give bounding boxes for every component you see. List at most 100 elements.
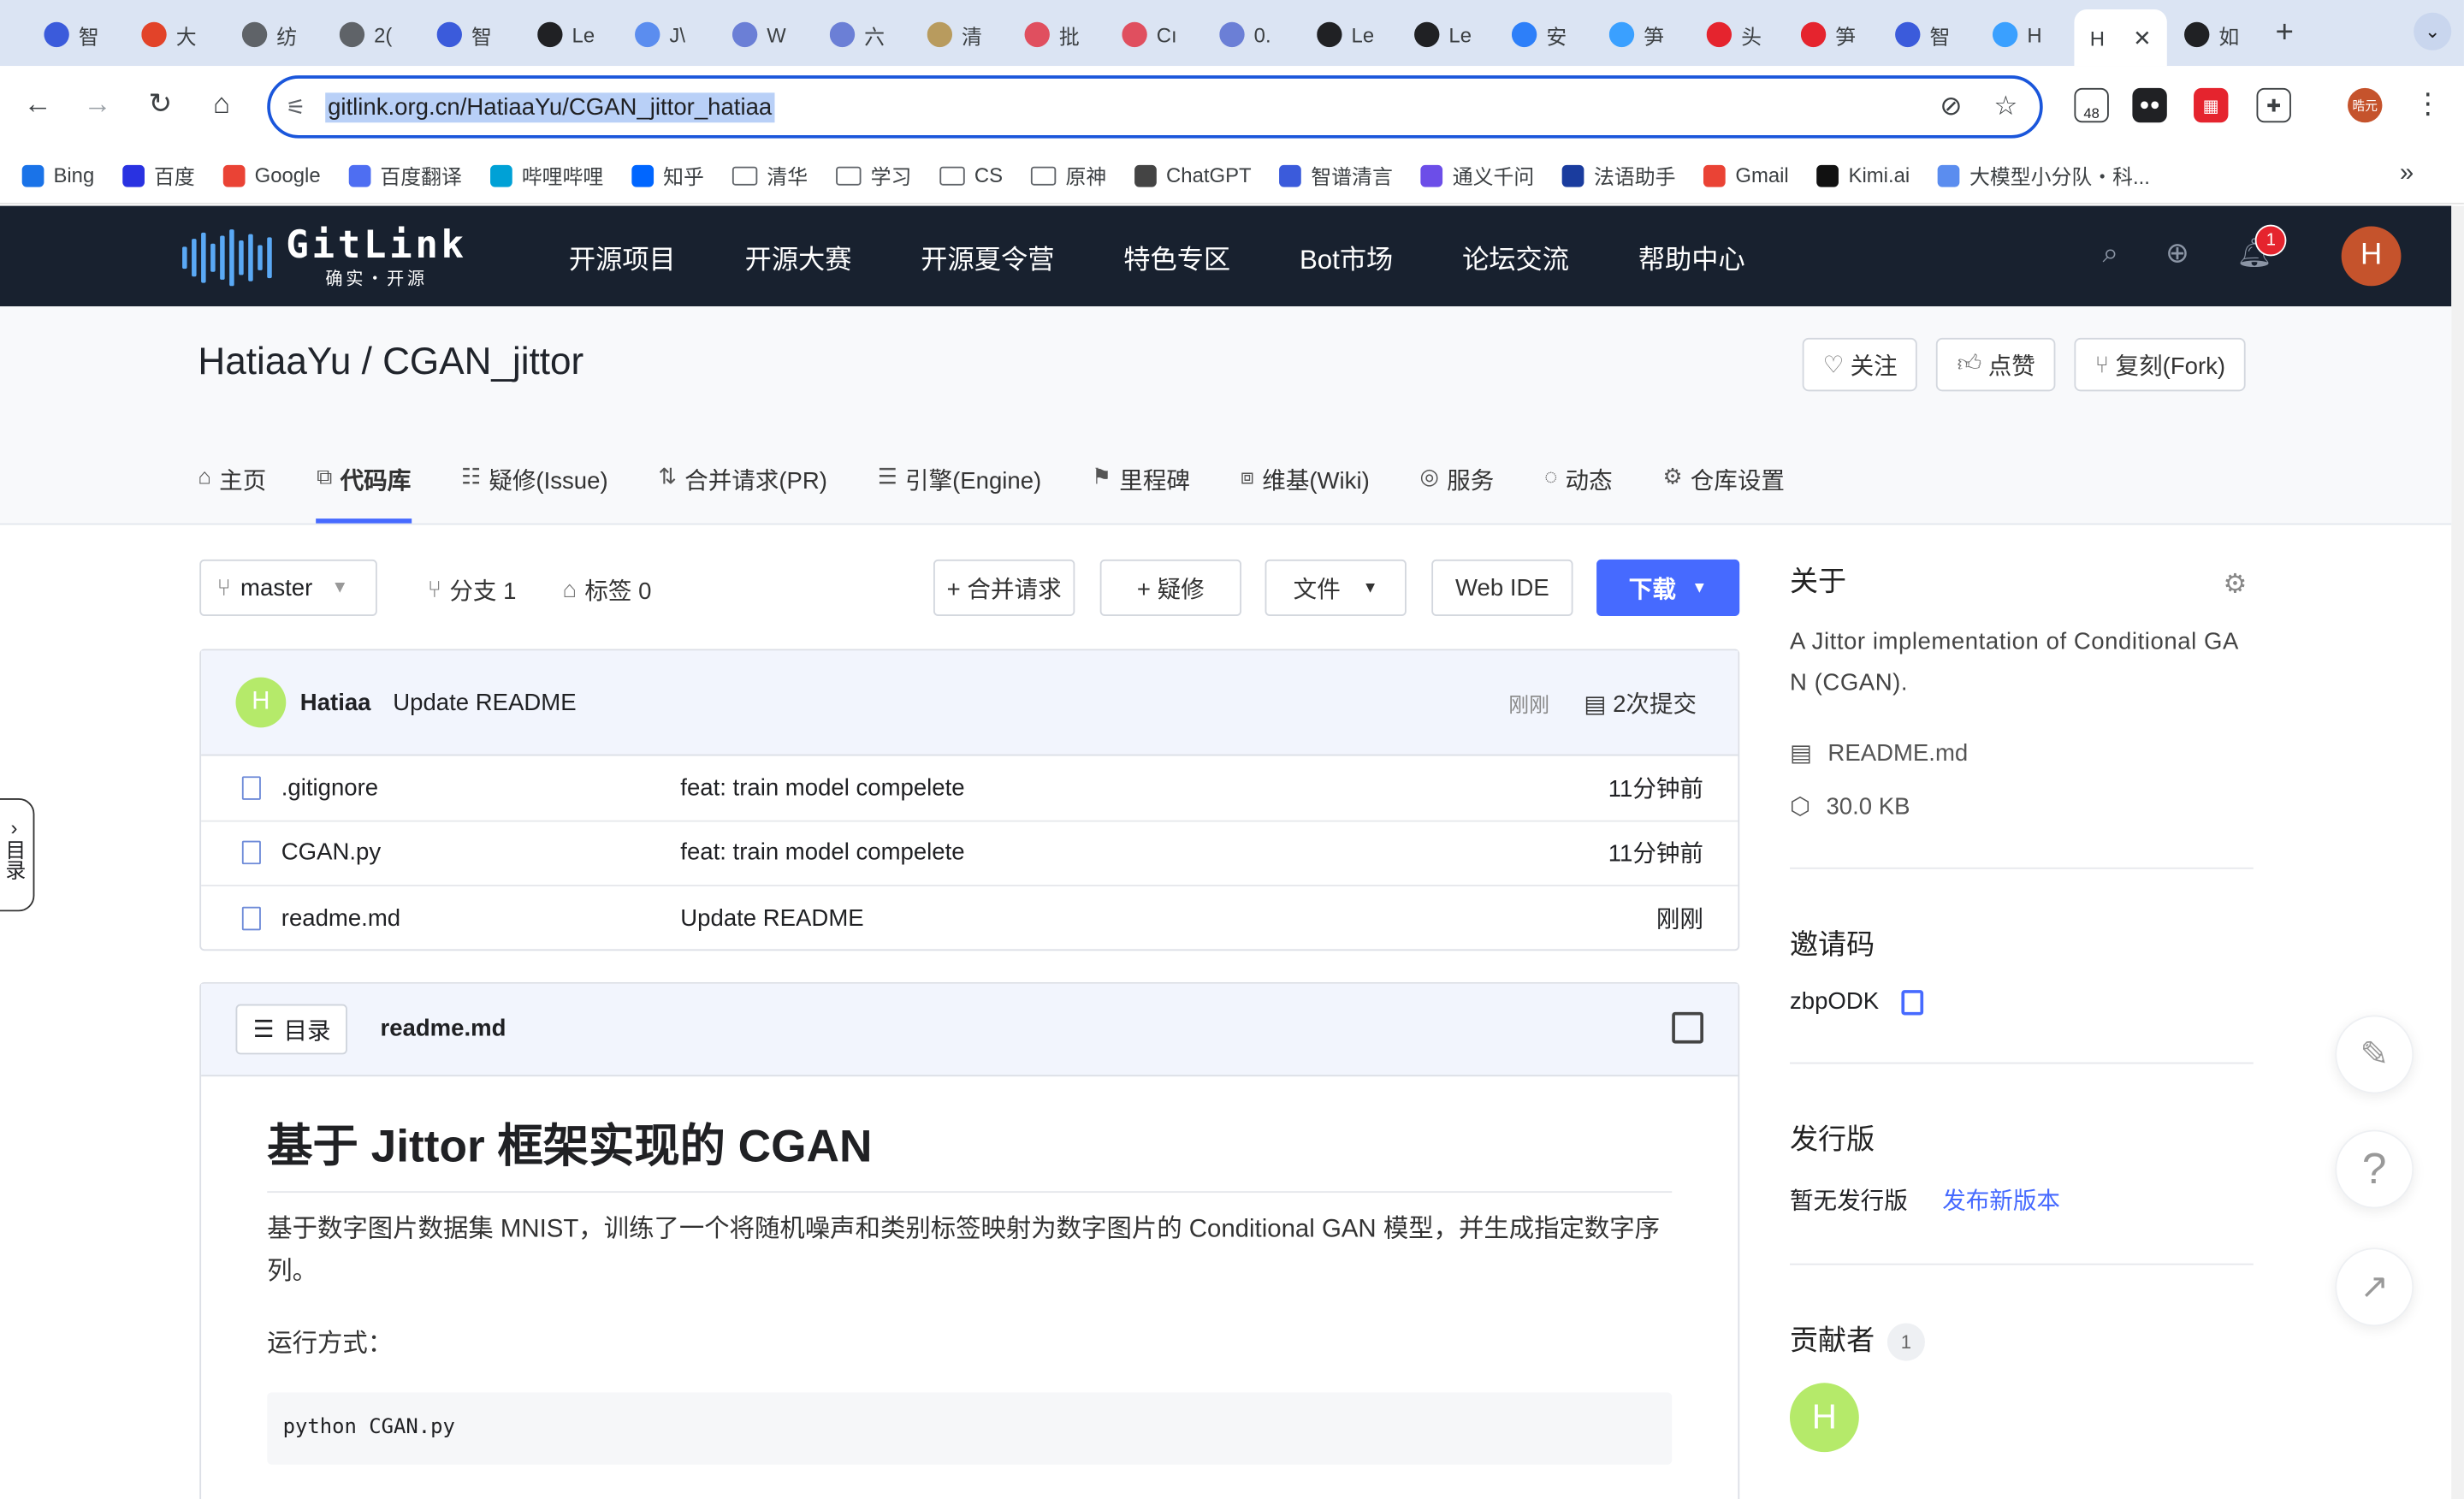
new-tab-button[interactable]: +: [2276, 15, 2294, 51]
file-name[interactable]: .gitignore: [281, 774, 378, 801]
bookmark-item[interactable]: CS: [939, 163, 1003, 187]
edit-icon[interactable]: [1672, 1011, 1703, 1044]
search-icon[interactable]: ⌕: [2103, 237, 2119, 270]
extension-icon[interactable]: ●●: [2132, 87, 2167, 123]
file-commit-message[interactable]: feat: train model compelete: [680, 839, 964, 866]
avatar[interactable]: H: [235, 677, 287, 728]
bookmark-item[interactable]: 知乎: [631, 160, 704, 190]
readme-toc-button[interactable]: ☰ 目录: [235, 1004, 348, 1055]
bell-icon[interactable]: 🔔︎ 1: [2236, 224, 2287, 270]
file-commit-message[interactable]: Update README: [680, 905, 863, 932]
gitlink-logo[interactable]: GitLink 确实・开源: [182, 225, 467, 291]
copy-icon[interactable]: [1900, 989, 1923, 1015]
address-bar[interactable]: ⚟ gitlink.org.cn/HatiaaYu/CGAN_jittor_ha…: [267, 75, 2043, 139]
commit-message[interactable]: Update README: [393, 689, 576, 715]
browser-tab[interactable]: 清: [927, 13, 982, 56]
browser-tab[interactable]: 安: [1511, 13, 1567, 56]
file-name[interactable]: CGAN.py: [281, 839, 381, 866]
profile-avatar[interactable]: 晧元: [2348, 87, 2383, 123]
bookmark-item[interactable]: 百度翻译: [348, 160, 462, 190]
tab-pr[interactable]: ⇅ 合并请求(PR): [658, 464, 827, 524]
bookmark-item[interactable]: ChatGPT: [1134, 163, 1252, 187]
commit-count-link[interactable]: ▤ 2次提交: [1584, 686, 1697, 720]
bookmark-star-icon[interactable]: ☆: [1993, 92, 2017, 123]
bookmark-item[interactable]: Gmail: [1703, 163, 1789, 187]
bookmark-item[interactable]: Kimi.ai: [1816, 163, 1910, 187]
contributor-avatar[interactable]: H: [1790, 1383, 1859, 1453]
tab-milestone[interactable]: ⚑ 里程碑: [1092, 464, 1190, 524]
site-info-icon[interactable]: ⚟: [286, 93, 305, 120]
bookmark-item[interactable]: Google: [222, 163, 321, 187]
commit-author[interactable]: Hatiaa: [300, 689, 371, 715]
forward-icon[interactable]: →: [79, 88, 116, 121]
browser-tab[interactable]: 六: [829, 13, 885, 56]
bookmark-item[interactable]: 清华: [732, 160, 808, 190]
browser-tab[interactable]: 大: [141, 13, 197, 56]
browser-tab[interactable]: 头: [1706, 13, 1762, 56]
main-nav-item[interactable]: 帮助中心: [1638, 237, 1745, 276]
file-name[interactable]: readme.md: [281, 905, 400, 932]
main-nav-item[interactable]: Bot市场: [1300, 237, 1393, 276]
browser-tab[interactable]: 智: [1895, 13, 1950, 56]
browser-tab[interactable]: 批: [1024, 13, 1080, 56]
add-icon[interactable]: ⊕: [2165, 237, 2189, 270]
puzzle-icon[interactable]: ✚: [2256, 87, 2291, 123]
extension-icon[interactable]: 48: [2074, 87, 2109, 123]
reload-icon[interactable]: ↻: [141, 88, 179, 121]
user-avatar[interactable]: H: [2341, 226, 2402, 287]
readme-link[interactable]: ▤ README.md: [1790, 738, 2254, 767]
tab-search-button[interactable]: ⌄: [2414, 12, 2452, 50]
chevron-double-right-icon[interactable]: »: [2400, 160, 2414, 188]
file-commit-message[interactable]: feat: train model compelete: [680, 774, 964, 801]
feedback-icon[interactable]: ✎: [2335, 1015, 2414, 1094]
main-nav-item[interactable]: 开源项目: [569, 237, 676, 276]
file-dropdown-button[interactable]: 文件 ▼: [1265, 559, 1407, 616]
back-icon[interactable]: ←: [19, 88, 56, 121]
watch-button[interactable]: ♡ 关注: [1802, 337, 1918, 392]
page-scrollbar[interactable]: [2451, 205, 2464, 1499]
share-icon[interactable]: ↗: [2335, 1247, 2414, 1327]
main-nav-item[interactable]: 论坛交流: [1462, 237, 1569, 276]
main-nav-item[interactable]: 开源夏令营: [921, 237, 1054, 276]
tab-settings[interactable]: ⚙ 仓库设置: [1662, 464, 1784, 524]
side-toc-tab[interactable]: › 目录: [0, 798, 35, 912]
tab-home[interactable]: ⌂ 主页: [198, 464, 266, 524]
file-row[interactable]: .gitignore feat: train model compelete 11分…: [201, 755, 1738, 821]
menu-icon[interactable]: ⋮: [2414, 88, 2442, 121]
browser-tab-active[interactable]: H ✕: [2074, 9, 2168, 67]
new-issue-button[interactable]: + 疑修: [1099, 559, 1241, 616]
browser-tab[interactable]: Le: [537, 13, 595, 56]
tab-issue[interactable]: ☷ 疑修(Issue): [461, 464, 608, 524]
bookmark-item[interactable]: 法语助手: [1562, 160, 1676, 190]
browser-tab[interactable]: H: [1992, 13, 2042, 56]
browser-tab[interactable]: J\: [635, 13, 685, 56]
bookmark-item[interactable]: 哔哩哔哩: [490, 160, 603, 190]
like-button[interactable]: 👍︎ 点赞: [1936, 337, 2056, 392]
branch-select[interactable]: ⑂ master ▼: [199, 559, 377, 616]
browser-tab[interactable]: 智: [436, 13, 492, 56]
tab-wiki[interactable]: ⧈ 维基(Wiki): [1241, 464, 1370, 524]
repo-title[interactable]: HatiaaYu / CGAN_jittor: [198, 341, 583, 385]
branches-link[interactable]: ⑂ 分支 1: [428, 573, 517, 607]
file-row[interactable]: readme.md Update README 刚刚: [201, 886, 1738, 951]
bookmark-item[interactable]: 智谱清言: [1279, 160, 1393, 190]
browser-tab[interactable]: Le: [1317, 13, 1374, 56]
help-icon[interactable]: ?: [2335, 1129, 2414, 1209]
fork-button[interactable]: ⑂ 复刻(Fork): [2074, 337, 2246, 392]
tab-service[interactable]: ◎ 服务: [1420, 464, 1495, 524]
browser-tab[interactable]: Le: [1414, 13, 1472, 56]
download-button[interactable]: 下载 ▼: [1596, 559, 1740, 616]
bookmark-item[interactable]: Bing: [21, 163, 94, 187]
bookmark-item[interactable]: 原神: [1031, 160, 1106, 190]
main-nav-item[interactable]: 特色专区: [1123, 237, 1230, 276]
browser-tab[interactable]: 笋: [1800, 13, 1856, 56]
tab-activity[interactable]: ◌ 动态: [1544, 464, 1613, 524]
bookmark-item[interactable]: 通义千问: [1420, 160, 1534, 190]
bookmark-item[interactable]: 学习: [836, 160, 911, 190]
browser-tab[interactable]: 纺: [241, 13, 297, 56]
browser-tab[interactable]: 智: [44, 13, 99, 56]
browser-tab[interactable]: 如: [2184, 13, 2239, 56]
new-merge-request-button[interactable]: + 合并请求: [933, 559, 1075, 616]
main-nav-item[interactable]: 开源大赛: [745, 237, 852, 276]
web-ide-button[interactable]: Web IDE: [1431, 559, 1573, 616]
